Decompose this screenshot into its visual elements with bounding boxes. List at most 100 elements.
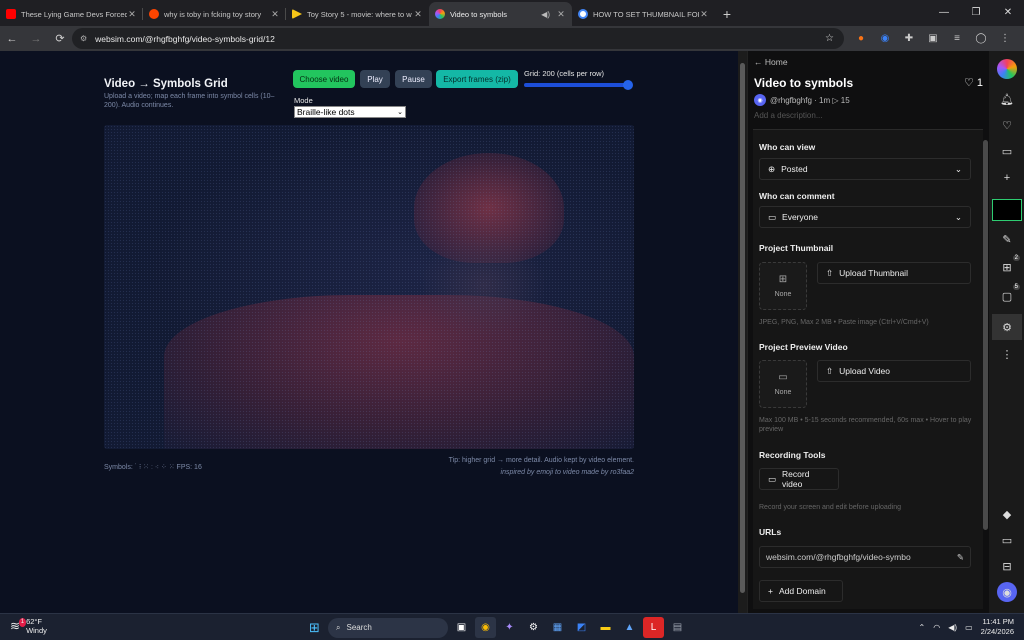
home-link[interactable]: ← Home	[754, 57, 788, 67]
discord-icon[interactable]: ◉	[997, 582, 1017, 602]
browser-tab[interactable]: Toy Story 5 - movie: where to w ✕	[286, 2, 429, 26]
author-row: ◉ @rhgfbghfg · 1m ▷ 15	[754, 94, 850, 106]
symbols-canvas[interactable]	[104, 125, 634, 449]
who-can-view-dropdown[interactable]: ⊕ Posted ⌄	[759, 158, 971, 180]
menu-kebab-icon[interactable]: ⋮	[996, 29, 1014, 47]
upload-thumbnail-button[interactable]: ⇧ Upload Thumbnail	[817, 262, 971, 284]
puzzle-icon[interactable]: ✚	[900, 29, 918, 47]
choose-video-button[interactable]: Choose video	[293, 70, 355, 88]
play-button[interactable]: Play	[360, 70, 390, 88]
slider-thumb[interactable]	[623, 80, 633, 90]
browser-tab-bar: These Lying Game Devs Forced ✕ why is to…	[0, 0, 1024, 26]
upload-video-button[interactable]: ⇧ Upload Video	[817, 360, 971, 382]
site-info-icon[interactable]: ⚙	[80, 34, 87, 43]
media-icon[interactable]: ≡	[948, 29, 966, 47]
export-frames-button[interactable]: Export frames (zip)	[436, 70, 518, 88]
upload-icon: ⇧	[826, 267, 834, 278]
close-tab-icon[interactable]: ✕	[127, 9, 137, 20]
folder-icon[interactable]: ▭	[997, 141, 1017, 161]
wifi-icon[interactable]: ◠	[933, 623, 940, 632]
extension-icon[interactable]: ◉	[876, 29, 894, 47]
extension-icon[interactable]: ●	[852, 29, 870, 47]
add-domain-button[interactable]: + Add Domain	[759, 580, 843, 602]
comment-icon[interactable]: ▭	[997, 530, 1017, 550]
close-window-icon[interactable]: ✕	[992, 0, 1024, 24]
thumbnail-preview[interactable]: ⊞ None	[759, 262, 807, 310]
file-explorer-icon[interactable]: ▬	[595, 617, 616, 638]
preview-thumbnail[interactable]	[992, 199, 1022, 221]
chat-icon[interactable]: ▢ 5	[997, 284, 1020, 306]
calculator-icon[interactable]: ▤	[667, 617, 688, 638]
collapse-panel-icon[interactable]: ⊟	[997, 556, 1017, 576]
mode-select[interactable]: Braille-like dots ⌄	[294, 106, 406, 118]
description-input[interactable]: Add a description...	[754, 111, 822, 120]
taskbar-apps: ⊞ ⌕ Search ▣ ◉ ✦ ⚙ ▦ ◩ ▬ ▲ L ▤	[304, 617, 688, 638]
clock[interactable]: 11:41 PM 2/24/2026	[981, 617, 1014, 637]
photo-editor-icon[interactable]: ◩	[571, 617, 592, 638]
new-tab-button[interactable]: +	[715, 2, 739, 26]
reload-icon[interactable]: ⟳	[48, 27, 72, 51]
pause-button[interactable]: Pause	[395, 70, 432, 88]
taskbar-search[interactable]: ⌕ Search	[328, 617, 448, 638]
weather-widget[interactable]: ≋ 1 62°F Windy	[10, 617, 47, 635]
settings-gear-icon[interactable]: ⚙	[992, 314, 1022, 340]
browser-tab[interactable]: These Lying Game Devs Forced ✕	[0, 2, 143, 26]
browser-tab[interactable]: why is toby in fcking toy story ✕	[143, 2, 286, 26]
upload-icon: ⇧	[826, 365, 834, 376]
panel-scrollbar-thumb[interactable]	[983, 140, 988, 530]
steam-icon[interactable]: ⚙	[523, 617, 544, 638]
like-button[interactable]: ♡ 1	[964, 76, 983, 89]
task-view-icon[interactable]: ▣	[451, 617, 472, 638]
clock-date: 2/24/2026	[980, 627, 1014, 636]
play-favicon-icon	[292, 9, 302, 19]
record-video-button[interactable]: ▭ Record video	[759, 468, 839, 490]
project-url-field[interactable]: websim.com/@rhgfbghfg/video-symbo ✎	[759, 546, 971, 568]
back-arrow-icon[interactable]: ←	[0, 27, 24, 51]
chevron-up-icon[interactable]: ⌃	[919, 623, 926, 632]
grid-size-slider[interactable]	[524, 80, 633, 90]
author-name[interactable]: @rhgfbghfg	[770, 96, 812, 105]
minimize-icon[interactable]: —	[928, 0, 960, 24]
weather-badge: 1	[18, 617, 27, 627]
restore-icon[interactable]: ❐	[960, 0, 992, 24]
plus-icon[interactable]: +	[997, 168, 1017, 188]
tab-title: Toy Story 5 - movie: where to w	[307, 9, 412, 19]
battery-icon[interactable]: ▭	[965, 623, 973, 632]
windows-start-icon[interactable]: ⊞	[304, 617, 325, 638]
speaker-icon[interactable]: ◀)	[541, 10, 550, 19]
browser-tab[interactable]: HOW TO SET THUMBNAIL FOR ✕	[572, 2, 715, 26]
preview-video-box[interactable]: ▭ None	[759, 360, 807, 408]
speaker-icon[interactable]: ◀)	[948, 623, 957, 632]
discord-avatar-icon[interactable]: ◉	[754, 94, 766, 106]
store-icon[interactable]: ▦	[547, 617, 568, 638]
more-vertical-icon[interactable]: ⋮	[997, 344, 1017, 364]
right-sidebar: 🔔︎ ♡ ▭ + ✎ ⊞ 2 ▢ 5 ⚙ ⋮ ◆ ▭ ⊟ ◉	[989, 51, 1024, 613]
browser-tab-active[interactable]: Video to symbols ◀) ✕	[429, 2, 572, 26]
diamond-icon[interactable]: ◆	[997, 504, 1017, 524]
close-tab-icon[interactable]: ✕	[556, 9, 566, 20]
forward-arrow-icon[interactable]: →	[24, 27, 48, 51]
close-tab-icon[interactable]: ✕	[270, 9, 280, 20]
photos-icon[interactable]: ▲	[619, 617, 640, 638]
tab-search-icon[interactable]: ▣	[924, 29, 942, 47]
who-can-comment-dropdown[interactable]: ▭ Everyone ⌄	[759, 206, 971, 228]
apps-grid-icon[interactable]: ⊞ 2	[997, 255, 1020, 277]
bell-icon[interactable]: 🔔︎	[997, 89, 1017, 109]
symbols-readout: Symbols: ˙ ⁝ ⁙ ⁣ː ⁖ ⁘ ⁙ FPS: 16	[104, 464, 202, 471]
copilot-icon[interactable]: ✦	[499, 617, 520, 638]
close-tab-icon[interactable]: ✕	[413, 9, 423, 20]
close-tab-icon[interactable]: ✕	[699, 9, 709, 20]
pencil-icon[interactable]: ✎	[997, 229, 1017, 249]
add-domain-label: Add Domain	[778, 586, 826, 596]
tab-title: Video to symbols	[450, 9, 507, 19]
profile-icon[interactable]: ◯	[972, 29, 990, 47]
edit-pencil-icon[interactable]: ✎	[957, 552, 964, 563]
websim-logo-icon[interactable]	[997, 59, 1017, 79]
chrome-icon[interactable]: ◉	[475, 617, 496, 638]
url-bar[interactable]: ⚙ websim.com/@rhgfbghfg/video-symbols-gr…	[72, 28, 844, 49]
heart-icon[interactable]: ♡	[997, 115, 1017, 135]
scrollbar-thumb[interactable]	[740, 63, 745, 593]
bookmark-star-icon[interactable]: ☆	[825, 33, 834, 44]
red-app-icon[interactable]: L	[643, 617, 664, 638]
page-scrollbar[interactable]	[738, 51, 747, 613]
